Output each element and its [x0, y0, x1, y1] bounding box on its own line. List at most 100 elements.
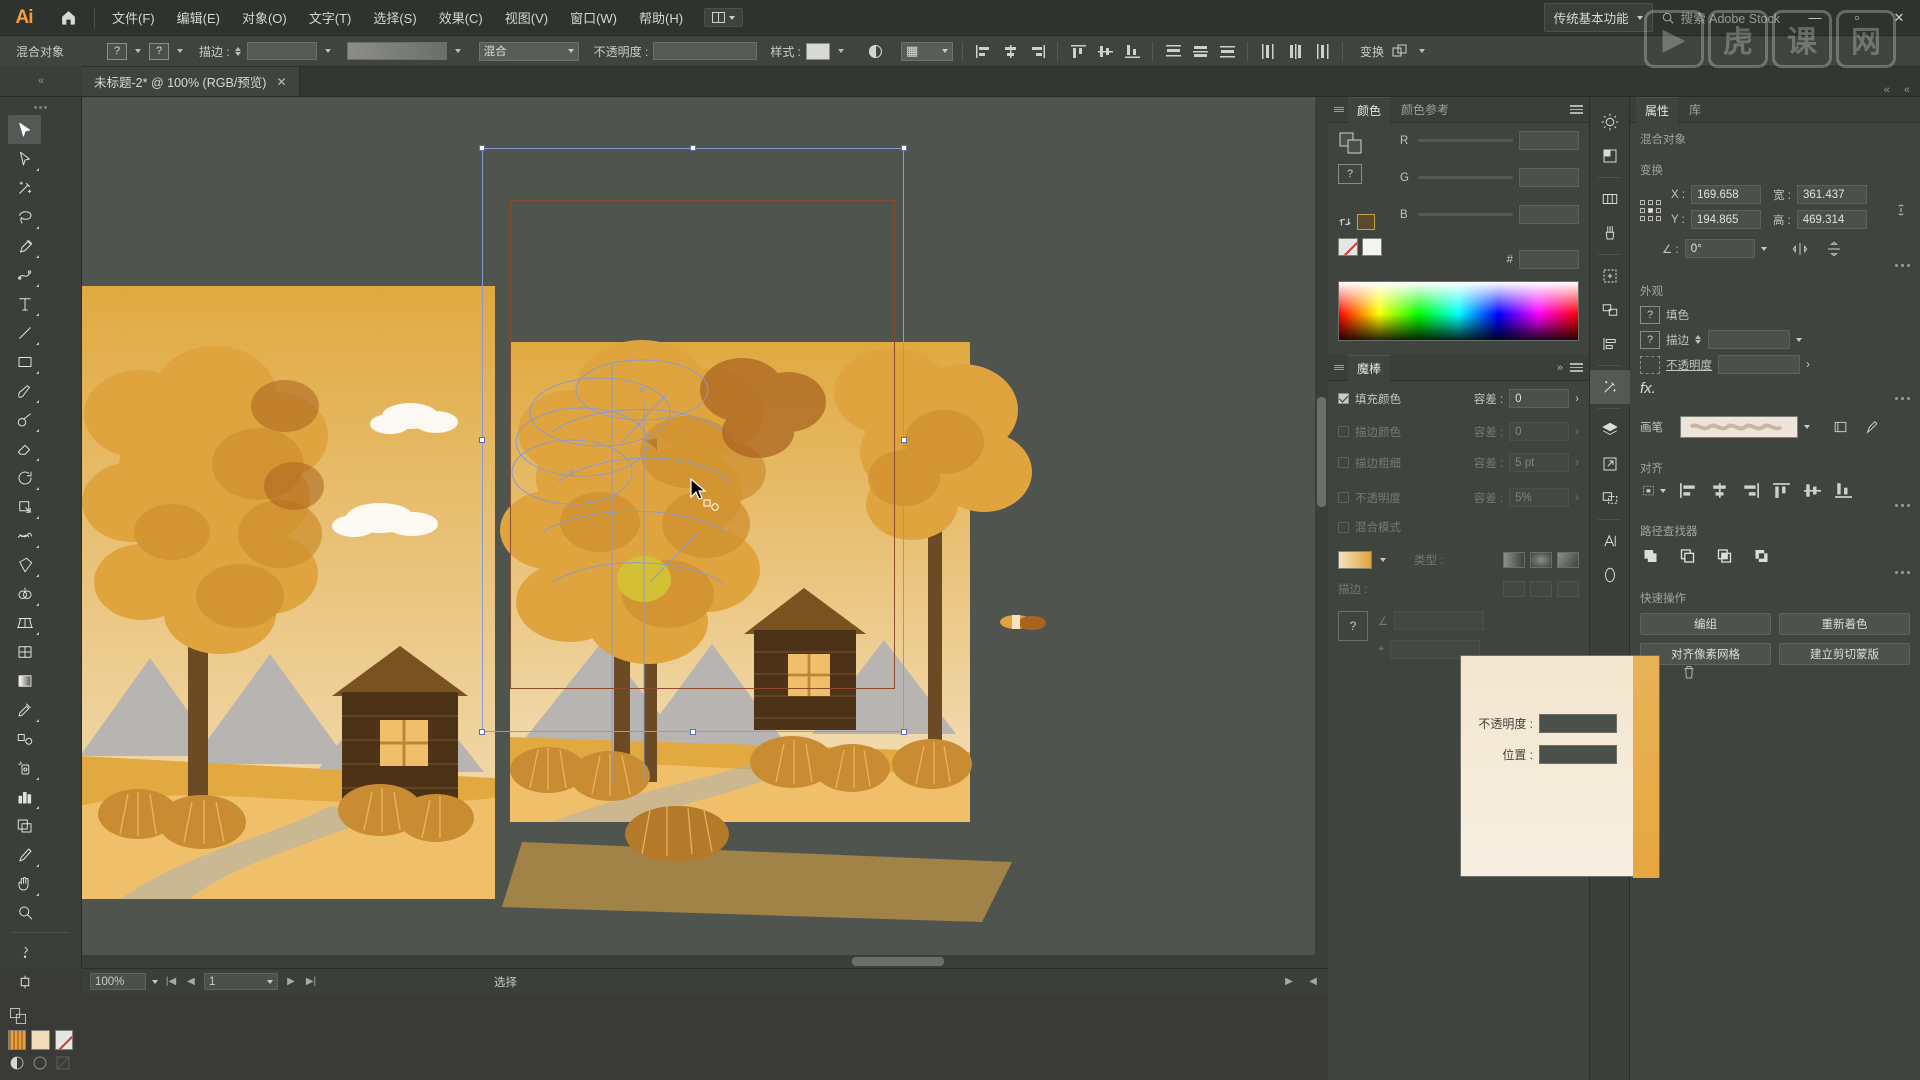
- scrollbar-thumb[interactable]: [1317, 397, 1326, 507]
- change-screen-mode-icon[interactable]: [8, 967, 41, 996]
- selection-handle-tl[interactable]: [479, 145, 485, 151]
- align-right-panel-icon[interactable]: [1742, 483, 1759, 498]
- rotate-tool[interactable]: [8, 463, 41, 492]
- close-button[interactable]: ✕: [1878, 0, 1920, 36]
- brush-libraries-icon[interactable]: [1832, 419, 1849, 435]
- tab-color[interactable]: 颜色: [1348, 96, 1391, 123]
- fill-color-swatch[interactable]: ?: [1640, 306, 1660, 324]
- tab-color-guide[interactable]: 颜色参考: [1392, 97, 1458, 122]
- stroke-weight-stepper[interactable]: [234, 46, 241, 56]
- gradient-annotator-popup[interactable]: 不透明度 : 位置 :: [1460, 655, 1694, 878]
- gradient-swatch[interactable]: [31, 1030, 50, 1050]
- direct-selection-tool[interactable]: [8, 144, 41, 173]
- channel-value-g[interactable]: [1519, 168, 1579, 187]
- hamburger-icon[interactable]: [1570, 363, 1583, 372]
- hand-tool[interactable]: [8, 869, 41, 898]
- opacity-field[interactable]: [653, 42, 758, 60]
- transparency-icon[interactable]: [1590, 139, 1630, 173]
- pathfinder-intersect-icon[interactable]: [1714, 546, 1735, 565]
- pathfinder-minus-front-icon[interactable]: [1677, 546, 1698, 565]
- channel-value-r[interactable]: [1519, 131, 1579, 150]
- artboard-tool[interactable]: [8, 811, 41, 840]
- eyedropper-tool[interactable]: [8, 695, 41, 724]
- edit-toolbar-icon[interactable]: [8, 938, 41, 967]
- column-graph-tool[interactable]: [8, 782, 41, 811]
- checkbox-stroke-color[interactable]: [1338, 426, 1349, 437]
- opacity-field-prop[interactable]: [1718, 355, 1800, 374]
- selection-handle-ml[interactable]: [479, 437, 485, 443]
- align-left-icon[interactable]: [972, 40, 994, 62]
- pathfinder-unite-icon[interactable]: [1640, 546, 1661, 565]
- expand-icon[interactable]: »: [1557, 362, 1563, 374]
- selection-handle-tc[interactable]: [690, 145, 696, 151]
- scrollbar-thumb[interactable]: [852, 957, 944, 966]
- height-field[interactable]: 469.314: [1796, 210, 1867, 229]
- hamburger-icon[interactable]: [1570, 105, 1583, 114]
- color-mode-gradient-icon[interactable]: [31, 1054, 49, 1072]
- tab-libraries[interactable]: 库: [1680, 97, 1710, 122]
- type-tool[interactable]: [8, 289, 41, 318]
- stroke-color-swatch[interactable]: ?: [1640, 330, 1660, 349]
- tolerance-expand-opacity[interactable]: ›: [1575, 492, 1579, 504]
- none-color-button[interactable]: [1338, 238, 1358, 256]
- chevron-down-icon[interactable]: [1760, 246, 1767, 251]
- home-icon[interactable]: [48, 0, 88, 36]
- gradient-preview-swatch[interactable]: [1338, 551, 1372, 569]
- width-field[interactable]: 361.437: [1796, 185, 1867, 204]
- canvas-scrollbar-horizontal[interactable]: [82, 955, 1315, 968]
- prev-page-icon[interactable]: ◀: [184, 974, 198, 990]
- color-mode-color-icon[interactable]: [8, 1054, 26, 1072]
- layers-icon[interactable]: [1590, 413, 1630, 447]
- gradient-location-field[interactable]: [1539, 745, 1617, 764]
- magic-wand-tool[interactable]: [8, 173, 41, 202]
- panel-grip-icon[interactable]: [1334, 105, 1344, 115]
- status-next-icon[interactable]: ▶: [1282, 974, 1296, 990]
- none-swatch[interactable]: [54, 1030, 73, 1050]
- fill-stroke-indicator-icon[interactable]: [8, 1006, 28, 1026]
- shaper-tool[interactable]: [8, 405, 41, 434]
- tab-properties[interactable]: 属性: [1636, 96, 1679, 123]
- export-icon[interactable]: [1590, 447, 1630, 481]
- blend-mode-select[interactable]: 混合: [478, 41, 579, 61]
- document-setup-button[interactable]: ▦: [901, 41, 954, 61]
- distribute-left-icon[interactable]: [1257, 40, 1279, 62]
- panel-grip-icon[interactable]: [1334, 363, 1344, 373]
- stock-search[interactable]: 搜索 Adobe Stock: [1661, 8, 1780, 27]
- align-center-v-panel-icon[interactable]: [1804, 483, 1821, 498]
- slice-tool[interactable]: [8, 840, 41, 869]
- brush-preview[interactable]: [1680, 416, 1798, 438]
- brushes-icon[interactable]: [1590, 216, 1630, 250]
- color-unknown-swatch[interactable]: ?: [1338, 164, 1362, 184]
- stroke-weight-stepper-prop[interactable]: [1695, 335, 1701, 344]
- gradient-opacity-field[interactable]: [1539, 714, 1617, 733]
- chevron-down-icon[interactable]: [324, 49, 331, 53]
- fx-button[interactable]: fx.: [1640, 380, 1910, 397]
- paintbrush-tool[interactable]: [8, 376, 41, 405]
- menu-type[interactable]: 文字(T): [298, 4, 363, 31]
- transform-options-icon[interactable]: [1389, 40, 1411, 62]
- zoom-tool[interactable]: [8, 898, 41, 927]
- panel-collapse-icon[interactable]: «: [1884, 84, 1890, 96]
- layers-stack-icon[interactable]: [1590, 293, 1630, 327]
- reference-point-selector[interactable]: [1640, 199, 1661, 221]
- gradient-angle-field[interactable]: [1394, 611, 1485, 630]
- distribute-center-icon[interactable]: [1189, 40, 1211, 62]
- align-bottom-icon[interactable]: [1121, 40, 1143, 62]
- menu-effect[interactable]: 效果(C): [428, 4, 494, 31]
- symbol-sprayer-tool[interactable]: [8, 753, 41, 782]
- document-tab[interactable]: 未标题-2* @ 100% (RGB/预览) ✕: [82, 67, 300, 96]
- angle-field[interactable]: 0°: [1684, 239, 1755, 258]
- checkbox-fill-color[interactable]: [1338, 393, 1349, 404]
- sun-icon[interactable]: [1590, 105, 1630, 139]
- align-center-horizontal-icon[interactable]: [999, 40, 1021, 62]
- menu-view[interactable]: 视图(V): [494, 4, 559, 31]
- menu-help[interactable]: 帮助(H): [628, 4, 694, 31]
- fill-swatch[interactable]: [8, 1030, 27, 1050]
- menu-select[interactable]: 选择(S): [362, 4, 427, 31]
- gradient-freeform-button[interactable]: [1557, 552, 1579, 568]
- workspace-selector[interactable]: 传统基本功能: [1543, 3, 1653, 32]
- tolerance-field-weight[interactable]: 5 pt: [1509, 453, 1570, 472]
- selection-handle-bc[interactable]: [690, 729, 696, 735]
- next-page-icon[interactable]: ▶: [284, 974, 298, 990]
- chevron-down-icon[interactable]: [1804, 425, 1810, 429]
